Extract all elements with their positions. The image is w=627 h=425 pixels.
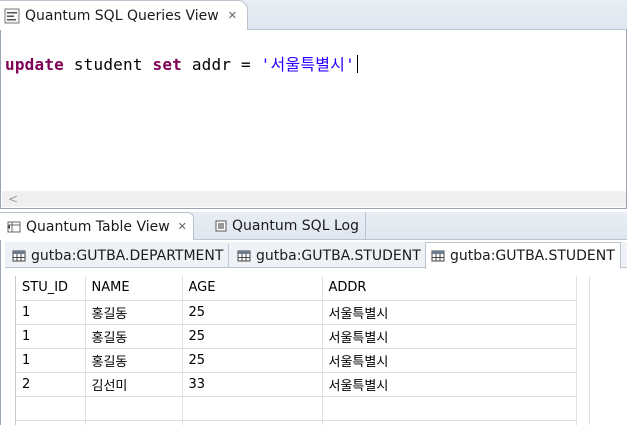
empty-cell [85,420,183,425]
tab-quantum-table-view[interactable]: Quantum Table View ✕ [0,212,194,240]
cell-stu-id[interactable]: 1 [16,324,86,349]
table-row-empty [16,396,577,421]
tab-label: Quantum SQL Log [232,218,359,234]
empty-cell [85,396,183,421]
cell-stu-id[interactable]: 1 [16,300,86,325]
sql-statement[interactable]: update student set addr = '서울특별시' [5,51,358,75]
sql-queries-view: Quantum SQL Queries View ✕ update studen… [0,0,627,209]
table-subtabs: gutba:GUTBA.DEPARTMENT gutba:GUTBA.STUDE… [5,242,627,269]
tab-sql-queries-view[interactable]: Quantum SQL Queries View ✕ [0,0,248,30]
empty-cell [16,420,86,425]
sql-string-literal: '서울특별시' [260,55,355,74]
bottom-tabstrip: Quantum Table View ✕ Quantum SQL Log [0,212,627,240]
subtab-label: gutba:GUTBA.STUDENT [256,248,421,264]
column-header-name[interactable]: NAME [85,276,183,301]
table-row-empty [16,420,577,425]
cell-name[interactable]: 홍길동 [85,300,183,325]
subtab-department[interactable]: gutba:GUTBA.DEPARTMENT [7,244,230,268]
table-icon [237,249,251,263]
log-icon [214,219,228,233]
tab-quantum-sql-log[interactable]: Quantum SQL Log [208,212,366,240]
subtab-label: gutba:GUTBA.STUDENT [450,248,615,264]
sql-editor[interactable]: update student set addr = '서울특별시' < [0,30,627,209]
cell-addr[interactable]: 서울특별시 [322,300,577,325]
table-view-icon [6,219,22,235]
text-caret [356,55,358,73]
sql-queries-icon [4,8,20,24]
table-row[interactable]: 1 홍길동 25 서울특별시 [16,324,577,349]
empty-cell [182,396,323,421]
cell-name[interactable]: 김선미 [85,372,183,397]
scroll-left-arrow-icon[interactable]: < [8,191,18,207]
empty-cell [16,396,86,421]
table-view-panel: Quantum Table View ✕ Quantum SQL Log gut… [0,212,627,425]
cell-age[interactable]: 25 [182,348,323,373]
result-table: STU_ID NAME AGE ADDR 1 홍길동 25 서울특별시 1 홍길… [16,276,577,425]
sql-text-assign: addr = [182,55,261,74]
subtab-student-1[interactable]: gutba:GUTBA.STUDENT [232,244,427,268]
table-icon [431,249,445,263]
empty-cell [182,420,323,425]
subtab-student-2[interactable]: gutba:GUTBA.STUDENT [425,242,621,269]
table-right-edge [589,276,590,425]
tab-label: Quantum Table View [26,218,170,235]
cell-age[interactable]: 25 [182,324,323,349]
sql-keyword-update: update [5,55,64,74]
close-icon[interactable]: ✕ [178,220,187,233]
empty-cell [322,396,577,421]
table-icon [12,249,26,263]
cell-name[interactable]: 홍길동 [85,324,183,349]
sql-keyword-set: set [152,55,182,74]
table-row[interactable]: 2 김선미 33 서울특별시 [16,372,577,397]
sql-text-table: student [64,55,153,74]
column-header-stu-id[interactable]: STU_ID [16,276,86,301]
result-table-container[interactable]: STU_ID NAME AGE ADDR 1 홍길동 25 서울특별시 1 홍길… [15,276,627,425]
table-view-content: gutba:GUTBA.DEPARTMENT gutba:GUTBA.STUDE… [0,240,627,425]
cell-name[interactable]: 홍길동 [85,348,183,373]
queries-tabstrip: Quantum SQL Queries View ✕ [0,0,627,30]
table-header-row: STU_ID NAME AGE ADDR [16,276,577,301]
subtab-label: gutba:GUTBA.DEPARTMENT [31,248,224,264]
column-header-age[interactable]: AGE [182,276,323,301]
tab-label: Quantum SQL Queries View [25,7,219,24]
table-row[interactable]: 1 홍길동 25 서울특별시 [16,300,577,325]
column-header-addr[interactable]: ADDR [322,276,577,301]
horizontal-scrollbar[interactable]: < [2,191,626,207]
cell-stu-id[interactable]: 1 [16,348,86,373]
table-row[interactable]: 1 홍길동 25 서울특별시 [16,348,577,373]
cell-addr[interactable]: 서울특별시 [322,348,577,373]
close-icon[interactable]: ✕ [228,9,237,22]
cell-age[interactable]: 25 [182,300,323,325]
cell-stu-id[interactable]: 2 [16,372,86,397]
cell-addr[interactable]: 서울특별시 [322,324,577,349]
empty-cell [322,420,577,425]
cell-age[interactable]: 33 [182,372,323,397]
cell-addr[interactable]: 서울특별시 [322,372,577,397]
